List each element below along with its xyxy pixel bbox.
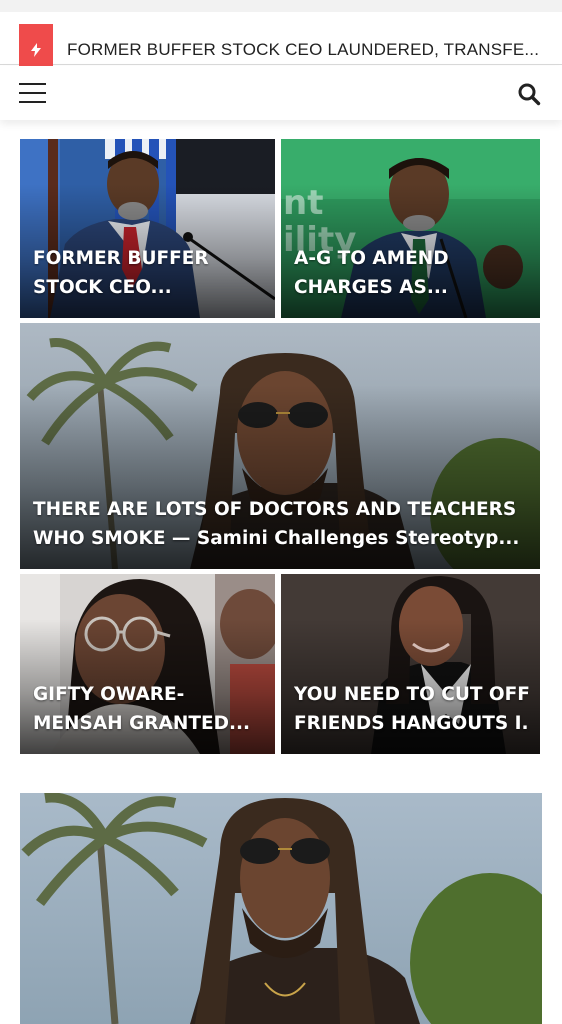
article-title-line: GIFTY OWARE- <box>33 684 185 705</box>
article-title-line: A-G TO AMEND <box>294 248 449 269</box>
article-card[interactable]: THERE ARE LOTS OF DOCTORS AND TEACHERS W… <box>20 323 540 569</box>
lightning-icon <box>31 43 41 57</box>
status-strip <box>0 0 562 12</box>
breaking-news-ticker[interactable]: FORMER BUFFER STOCK CEO LAUNDERED, TRANS… <box>0 12 562 76</box>
hamburger-menu-icon[interactable] <box>19 82 46 104</box>
article-card[interactable]: YOU NEED TO CUT OFF FRIENDS HANGOUTS I..… <box>281 574 540 754</box>
article-title[interactable]: YOU NEED TO CUT OFF FRIENDS HANGOUTS I..… <box>294 680 530 738</box>
article-title-line: FORMER BUFFER <box>33 248 209 269</box>
navbar <box>0 66 562 120</box>
article-title[interactable]: GIFTY OWARE- MENSAH GRANTED... <box>33 680 265 738</box>
article-title[interactable]: THERE ARE LOTS OF DOCTORS AND TEACHERS W… <box>33 495 530 553</box>
article-photo <box>20 793 542 1024</box>
article-title-line: CHARGES AS... <box>294 277 448 298</box>
article-title-line: YOU NEED TO CUT OFF <box>294 684 530 705</box>
article-card[interactable]: nt ility A-G TO AMEND CHARGES AS... <box>281 139 540 318</box>
article-card[interactable]: GIFTY OWARE- MENSAH GRANTED... <box>20 574 275 754</box>
article-title[interactable]: A-G TO AMEND CHARGES AS... <box>294 244 530 302</box>
article-card[interactable]: FORMER BUFFER STOCK CEO... <box>20 139 275 318</box>
search-icon[interactable] <box>517 82 541 106</box>
article-title-line: STOCK CEO... <box>33 277 172 298</box>
featured-article-image[interactable] <box>20 793 542 1024</box>
article-title-line: WHO SMOKE — Samini Challenges Stereotyp.… <box>33 528 520 549</box>
article-title-line: MENSAH GRANTED... <box>33 713 251 734</box>
article-title[interactable]: FORMER BUFFER STOCK CEO... <box>33 244 265 302</box>
article-title-line: THERE ARE LOTS OF DOCTORS AND TEACHERS <box>33 499 517 520</box>
article-title-line: FRIENDS HANGOUTS I... <box>294 713 530 734</box>
